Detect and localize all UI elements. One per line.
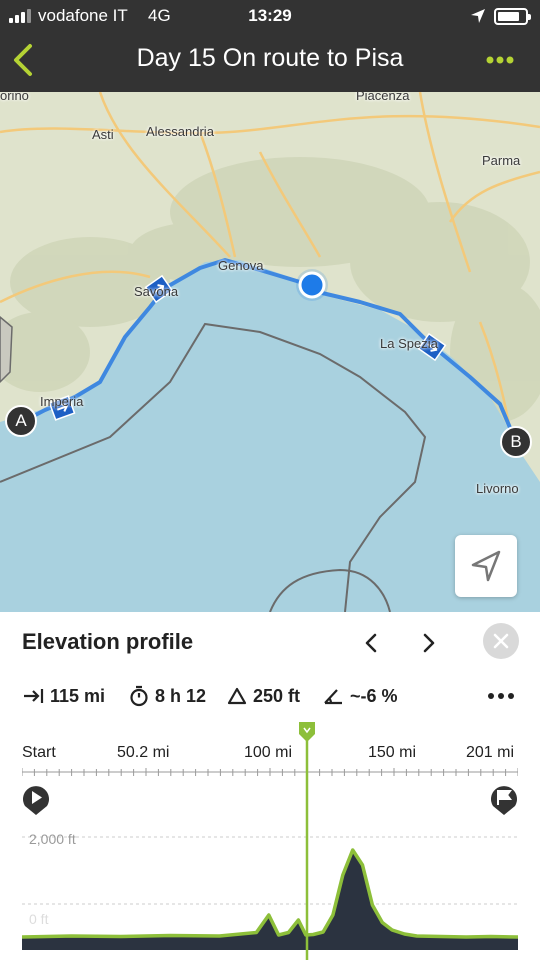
page-title: Day 15 On route to Pisa (136, 44, 404, 72)
scale-label: 150 mi (368, 744, 417, 761)
scale-label: 201 mi (466, 744, 515, 761)
battery-icon (494, 8, 531, 25)
city-label-savona: Savona (134, 284, 179, 299)
close-icon (493, 633, 509, 649)
grade-icon (324, 689, 342, 705)
city-label-asti: Asti (92, 127, 114, 142)
city-label-torino: orino (0, 92, 29, 103)
location-services-icon (471, 9, 485, 23)
distance-icon (24, 689, 44, 703)
navigation-arrow-icon (471, 550, 501, 582)
ascent-icon (227, 687, 247, 705)
scale-label: Start (22, 744, 56, 761)
elevation-chart-svg (21, 836, 519, 950)
recenter-location-button[interactable] (455, 535, 517, 597)
previous-day-button[interactable] (356, 628, 386, 658)
elevation-panel: Elevation profile 115 mi 8 h 12 250 ft ~… (0, 612, 540, 960)
city-label-piacenza: Piacenza (356, 92, 410, 103)
status-bar: vodafone IT 4G 13:29 (0, 0, 540, 32)
close-panel-button[interactable] (483, 623, 519, 659)
city-label-la-spezia: La Spezia (380, 336, 438, 351)
stopwatch-icon (130, 685, 148, 707)
city-label-parma: Parma (482, 153, 521, 168)
city-label-genova: Genova (218, 258, 264, 273)
elevation-chart[interactable]: 2,000 ft 0 ft (21, 822, 519, 950)
start-flag-icon (23, 786, 49, 815)
panel-title: Elevation profile (22, 629, 194, 654)
route-map[interactable]: Piacenza orino Asti Alessandria Parma Ge… (0, 92, 540, 612)
more-dots-icon (488, 693, 514, 699)
axis-label-high: 2,000 ft (29, 831, 76, 847)
chevron-right-icon (423, 633, 435, 653)
map-canvas (0, 92, 540, 612)
scale-label: 50.2 mi (117, 744, 170, 761)
current-location-dot (298, 271, 326, 299)
distance-scale: Start 50.2 mi 100 mi 150 mi 201 mi (22, 744, 518, 776)
more-options-button[interactable] (478, 46, 522, 74)
stats-more-button[interactable] (486, 686, 516, 706)
more-dots-icon (486, 56, 514, 64)
route-end-marker[interactable]: B (500, 426, 532, 458)
finish-flag-icon (491, 786, 517, 815)
city-label-livorno: Livorno (476, 481, 519, 496)
next-day-button[interactable] (414, 628, 444, 658)
top-bar: vodafone IT 4G 13:29 Day 15 On route to … (0, 0, 540, 92)
axis-label-low: 0 ft (29, 911, 49, 927)
status-time: 13:29 (248, 6, 292, 25)
city-label-imperia: Imperia (40, 394, 84, 409)
route-start-marker[interactable]: A (5, 405, 37, 437)
scale-ticks (22, 768, 518, 776)
elevation-cursor[interactable] (295, 720, 319, 960)
chevron-left-icon (365, 633, 377, 653)
city-label-alessandria: Alessandria (146, 124, 214, 139)
scale-label: 100 mi (244, 744, 293, 761)
